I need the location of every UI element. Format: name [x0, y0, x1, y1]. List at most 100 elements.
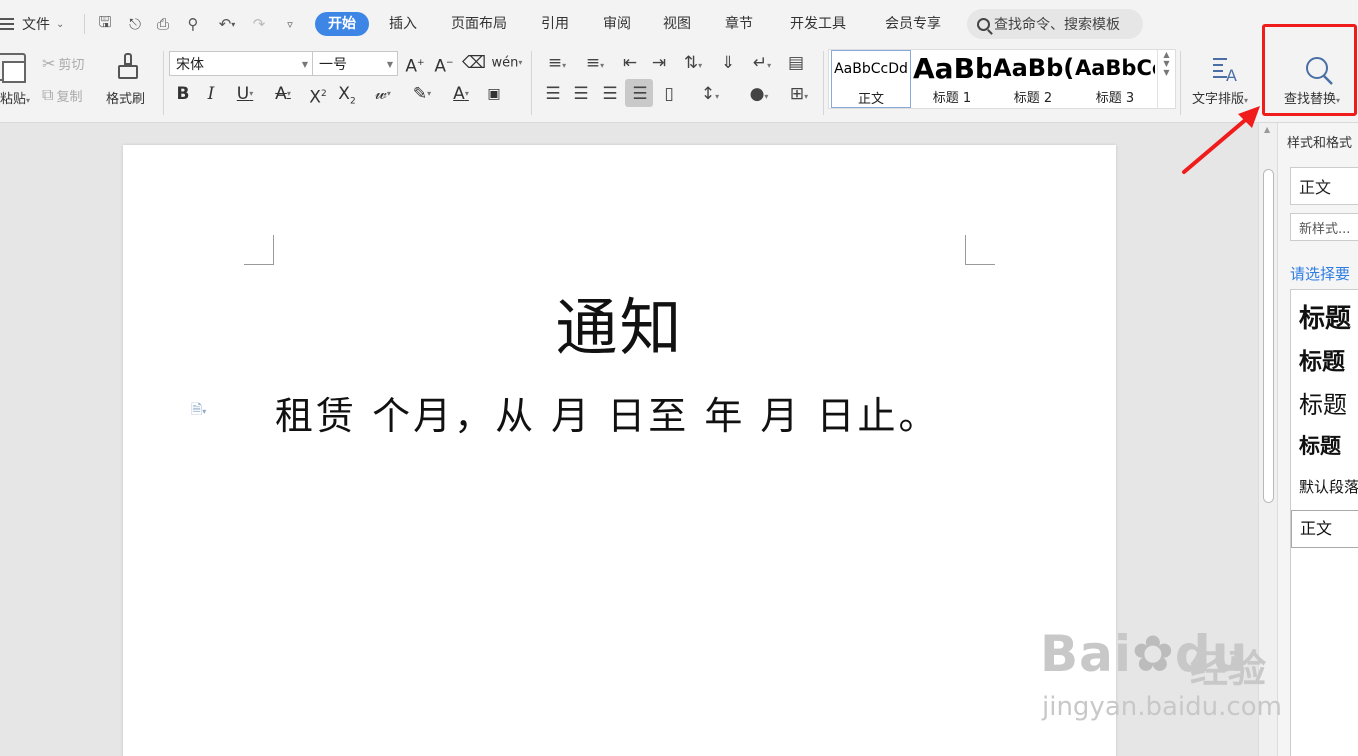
copy-button[interactable]: ⧉ 复制 — [42, 85, 82, 105]
char-border-icon[interactable]: ▣ — [482, 82, 506, 106]
redo-icon[interactable]: ↷ — [248, 12, 270, 36]
distribute-icon[interactable]: ▯ — [656, 82, 682, 106]
clear-format-icon[interactable]: ⌫ — [462, 51, 486, 75]
decrease-indent-icon[interactable]: ⇤ — [617, 51, 643, 75]
tab-references[interactable]: 引用 — [532, 12, 578, 36]
margin-mark — [244, 235, 274, 265]
style-list-item[interactable]: 标题 — [1299, 430, 1341, 460]
document-body[interactable]: 租赁 个月，从 月 日至 年 月 日止。 — [275, 385, 939, 440]
text-direction-icon[interactable]: ⇅▾ — [675, 51, 711, 75]
font-family-value: 宋体 — [176, 56, 204, 73]
style-list-item[interactable]: 默认段落 — [1299, 476, 1358, 497]
italic-icon[interactable]: I — [200, 82, 222, 106]
tab-view[interactable]: 视图 — [654, 12, 700, 36]
strikethrough-icon[interactable]: A▾ — [266, 82, 300, 106]
style-list-item[interactable]: 标题 — [1299, 342, 1345, 376]
show-marks-icon[interactable]: ↵▾ — [745, 51, 779, 75]
text-effect-icon[interactable]: 𝓌▾ — [366, 82, 400, 106]
file-menu[interactable]: 文件 ⌄ — [0, 12, 64, 36]
save-icon[interactable]: 🖫 — [94, 12, 116, 36]
style-list-item[interactable]: 标题 — [1299, 385, 1347, 420]
tab-chapter[interactable]: 章节 — [716, 12, 762, 36]
style-list-item[interactable]: 标题 — [1299, 298, 1351, 335]
numbered-list-icon[interactable]: ≡▾ — [578, 51, 612, 75]
paste-button[interactable]: 粘贴▾ — [0, 88, 30, 107]
styles-more-button[interactable]: ▲ ▼ ▼ — [1157, 50, 1175, 108]
line-spacing-icon[interactable]: ↕▾ — [692, 82, 728, 106]
text-layout-icon[interactable]: A — [1211, 55, 1241, 85]
scrollbar-thumb[interactable] — [1263, 169, 1274, 503]
sort-icon[interactable]: ⇓ — [715, 51, 741, 75]
style-list: 标题 标题 标题 标题 默认段落 正文 — [1290, 289, 1358, 756]
style-label: 标题 3 — [1095, 91, 1135, 106]
superscript-icon[interactable]: X2 — [305, 82, 331, 108]
style-list-item-selected[interactable]: 正文 — [1291, 510, 1358, 548]
divider — [84, 14, 85, 34]
subscript-icon[interactable]: X2 — [334, 82, 360, 106]
style-preview: AaBb( — [993, 54, 1073, 82]
paste-icon[interactable] — [0, 53, 26, 83]
style-label: 正文 — [857, 92, 884, 107]
chevron-down-icon: ⌄ — [56, 18, 65, 30]
annotation-arrow — [1182, 106, 1260, 174]
tab-review[interactable]: 审阅 — [594, 12, 640, 36]
format-painter-icon[interactable] — [116, 53, 140, 81]
font-family-select[interactable]: 宋体 ▼ — [169, 51, 313, 76]
undo-icon[interactable]: ↶ ▾ — [212, 12, 242, 36]
print-preview-icon[interactable]: ⚲ — [182, 12, 204, 36]
pinyin-guide-icon[interactable]: wén▾ — [490, 51, 524, 75]
print-icon[interactable]: ⎙ — [152, 12, 174, 36]
font-size-select[interactable]: 一号 ▼ — [312, 51, 398, 76]
font-color-icon[interactable]: A▾ — [444, 82, 478, 106]
paste-label: 粘贴 — [0, 92, 27, 107]
tab-insert[interactable]: 插入 — [380, 12, 426, 36]
shrink-font-icon[interactable]: A− — [432, 51, 456, 77]
borders-icon[interactable]: ⊞▾ — [781, 82, 817, 106]
underline-icon[interactable]: U▾ — [227, 82, 263, 106]
highlight-icon[interactable]: ✎▾ — [404, 82, 440, 106]
align-right-icon[interactable]: ☰ — [597, 82, 623, 106]
styles-gallery: AaBbCcDd 正文 AaBb 标题 1 AaBb( 标题 2 AaBbCc … — [828, 49, 1176, 109]
increase-indent-icon[interactable]: ⇥ — [646, 51, 672, 75]
align-center-icon[interactable]: ☰ — [568, 82, 594, 106]
command-search[interactable]: 查找命令、搜索模板 — [967, 9, 1143, 39]
shading-icon[interactable]: ●▾ — [741, 82, 777, 106]
hamburger-icon — [0, 18, 14, 30]
group-divider — [531, 51, 532, 115]
style-label: 标题 2 — [1013, 91, 1053, 106]
style-preview: AaBbCcDd — [834, 61, 908, 77]
svg-text:A: A — [1226, 66, 1237, 85]
style-heading-2[interactable]: AaBb( 标题 2 — [993, 50, 1073, 108]
file-menu-label: 文件 — [22, 17, 50, 33]
grow-font-icon[interactable]: A+ — [403, 51, 427, 77]
margin-mark — [965, 235, 995, 265]
export-icon[interactable]: ⎋ — [124, 12, 146, 36]
cut-button[interactable]: ✂ 剪切 — [42, 54, 84, 73]
cut-label: 剪切 — [58, 58, 85, 73]
bullet-list-icon[interactable]: ≡▾ — [540, 51, 574, 75]
pane-title: 样式和格式 — [1287, 136, 1353, 151]
annotation-highlight-box — [1262, 24, 1357, 116]
tab-home[interactable]: 开始 — [315, 12, 369, 36]
bold-icon[interactable]: B — [172, 82, 194, 106]
document-page[interactable]: 通知 🗎▾ 租赁 个月，从 月 日至 年 月 日止。 — [123, 145, 1116, 756]
styles-pane: 样式和格式 正文 新样式... 请选择要 标题 标题 标题 标题 默认段落 正文 — [1278, 123, 1358, 756]
paragraph-options-icon[interactable]: 🗎▾ — [191, 399, 206, 423]
customize-quick-access-icon[interactable]: ▿ — [280, 12, 300, 36]
style-normal[interactable]: AaBbCcDd 正文 — [831, 50, 911, 108]
align-left-icon[interactable]: ☰ — [540, 82, 566, 106]
justify-icon[interactable]: ☰ — [627, 82, 653, 106]
chevron-down-icon: ▼ — [301, 60, 308, 69]
current-style-field[interactable]: 正文 — [1290, 167, 1358, 205]
tab-page-layout[interactable]: 页面布局 — [442, 12, 516, 36]
copy-icon: ⧉ — [42, 85, 54, 104]
style-heading-3[interactable]: AaBbCc 标题 3 — [1075, 50, 1155, 108]
format-painter-label[interactable]: 格式刷 — [106, 88, 145, 107]
tab-stop-icon[interactable]: ▤ — [783, 51, 809, 75]
tab-member[interactable]: 会员专享 — [874, 12, 952, 36]
new-style-button[interactable]: 新样式... — [1290, 213, 1358, 241]
document-title[interactable]: 通知 — [123, 277, 1116, 367]
style-heading-1[interactable]: AaBb 标题 1 — [913, 50, 991, 108]
tab-developer[interactable]: 开发工具 — [780, 12, 856, 36]
new-style-label: 新样式... — [1299, 221, 1351, 237]
